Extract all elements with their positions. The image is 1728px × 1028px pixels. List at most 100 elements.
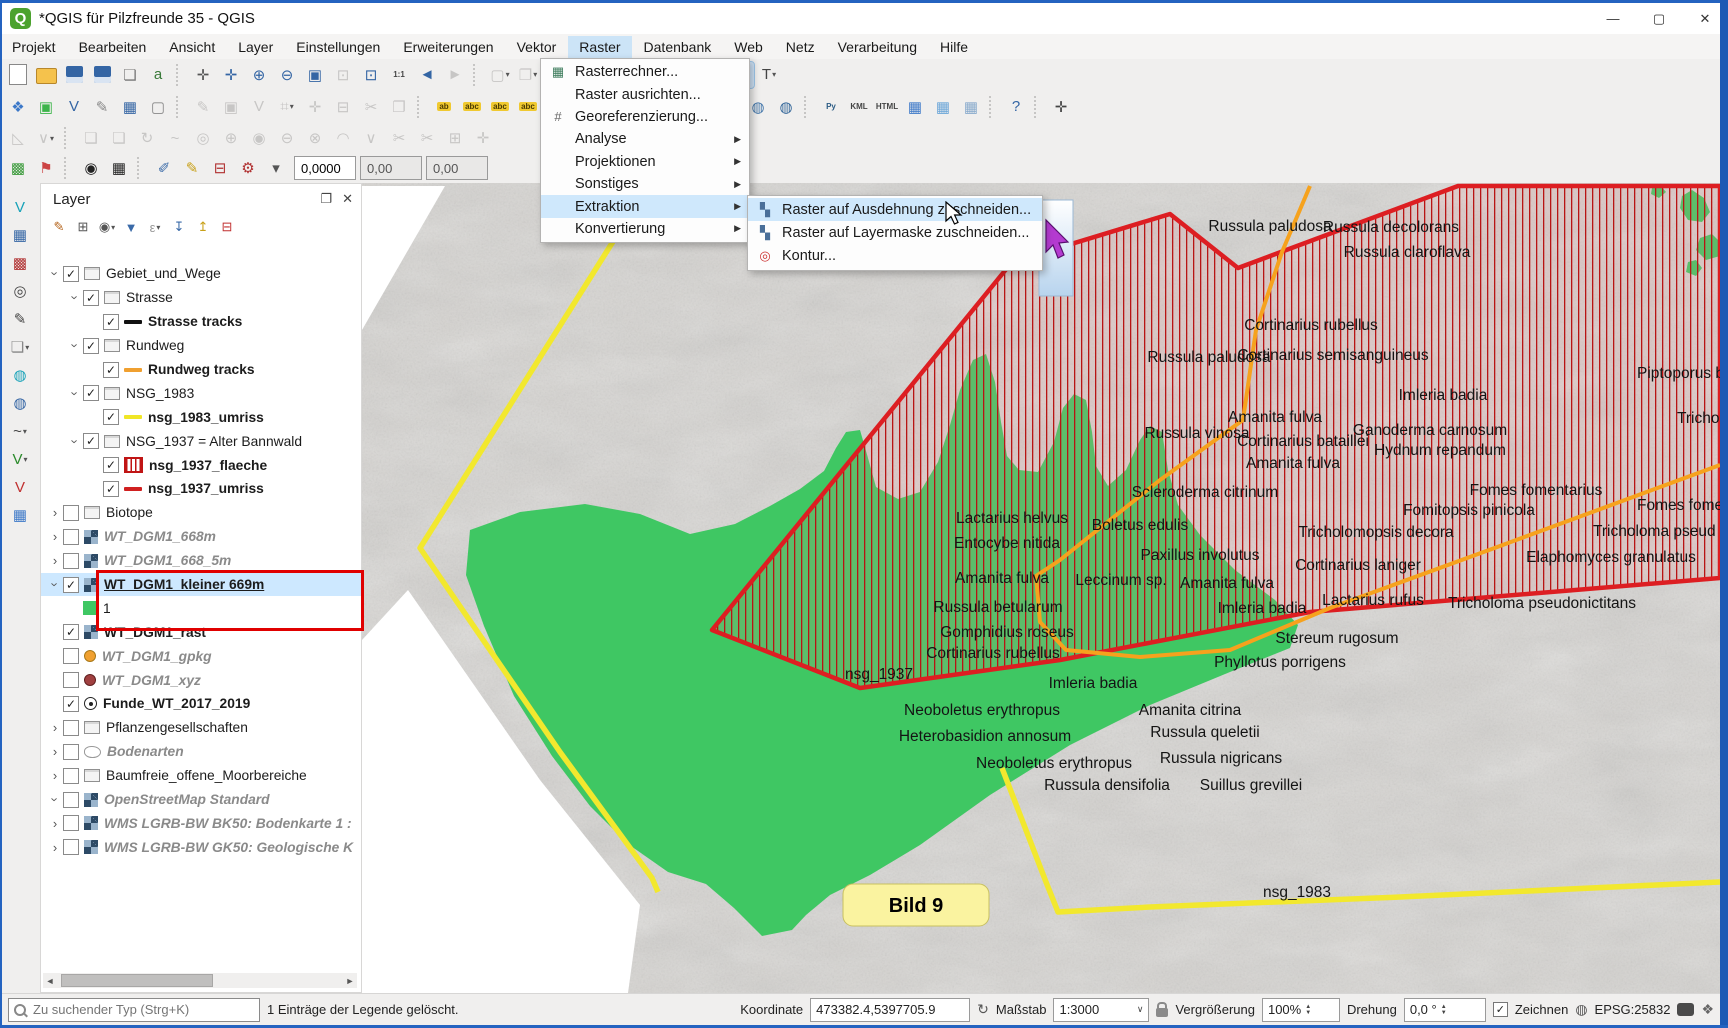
menu-item-rasterrechner[interactable]: ▦Rasterrechner... xyxy=(541,61,749,83)
new-geopackage-layer-icon[interactable]: ▣ xyxy=(33,94,59,120)
menu-item-kontur[interactable]: ◎Kontur... xyxy=(748,245,1042,268)
manage-map-themes-icon[interactable]: ◉▾ xyxy=(96,216,118,238)
erase-values-icon[interactable]: ⊟ xyxy=(207,155,233,181)
menu-item-analyse[interactable]: Analyse▶ xyxy=(541,128,749,150)
layer-row-biotope[interactable]: ›Biotope xyxy=(41,501,361,525)
tile-grid-icon[interactable]: ▦ xyxy=(930,94,956,120)
zoom-in-icon[interactable]: ⊕ xyxy=(246,62,272,88)
layer-visibility-checkbox[interactable] xyxy=(63,839,79,855)
layer-row-nsg-1937-umriss[interactable]: ✓nsg_1937_umriss xyxy=(41,477,361,501)
pan-to-selection-icon[interactable]: ✛ xyxy=(218,62,244,88)
offset-curve-icon[interactable]: ◠ xyxy=(330,125,356,151)
menu-item-raster-auf-layermaske-zuschneiden[interactable]: ▚Raster auf Layermaske zuschneiden... xyxy=(748,221,1042,244)
delete-selected-icon[interactable]: ⊟ xyxy=(330,94,356,120)
messages-icon[interactable] xyxy=(1677,1003,1694,1016)
attribute-table-grid-icon[interactable]: ▦ xyxy=(7,502,33,528)
profile-tool-icon[interactable]: ~▾ xyxy=(7,418,33,444)
zoom-full-extent-icon[interactable]: ▣ xyxy=(302,62,328,88)
fill-ring-icon[interactable]: ◉ xyxy=(246,125,272,151)
layer-row-bodenarten[interactable]: ›Bodenarten xyxy=(41,740,361,764)
scroll-thumb[interactable] xyxy=(61,974,213,987)
layer-visibility-checkbox[interactable]: ✓ xyxy=(103,481,119,497)
attribute-grid-icon[interactable]: ▦ xyxy=(958,94,984,120)
filter-expression-icon[interactable]: ε▾ xyxy=(144,216,166,238)
help-contents-icon[interactable]: ? xyxy=(1003,94,1029,120)
layer-row-openstreetmap-standard[interactable]: ›OpenStreetMap Standard xyxy=(41,788,361,812)
layer-visibility-checkbox[interactable] xyxy=(63,792,79,808)
layer-row-rundweg[interactable]: ›✓Rundweg xyxy=(41,334,361,358)
panel-close-icon[interactable]: ✕ xyxy=(342,191,353,207)
simplify-feature-icon[interactable]: ~ xyxy=(162,125,188,151)
coordinate-input[interactable]: 473382.4,5397705.9 xyxy=(810,998,970,1022)
expand-icon[interactable]: › xyxy=(47,720,63,735)
move-feature-icon[interactable]: ✛ xyxy=(302,94,328,120)
layer-visibility-checkbox[interactable] xyxy=(63,553,79,569)
scale-combo[interactable]: 1:3000 ∨ xyxy=(1053,998,1149,1022)
menu-item-georeferenzierung[interactable]: #Georeferenzierung... xyxy=(541,106,749,128)
new-temp-scratch-layer-icon[interactable]: ✎ xyxy=(89,94,115,120)
open-project-icon[interactable] xyxy=(33,62,59,88)
toggle-editing-icon[interactable]: ✎ xyxy=(190,94,216,120)
copy-features-icon[interactable]: ❐▾ xyxy=(515,62,541,88)
coordinate-capture-icon[interactable]: ◎ xyxy=(7,278,33,304)
layer-visibility-checkbox[interactable]: ✓ xyxy=(83,385,99,401)
layer-row-baumfreie-offene-moorbereiche[interactable]: ›Baumfreie_offene_Moorbereiche xyxy=(41,764,361,788)
add-part-icon[interactable]: ⊕ xyxy=(218,125,244,151)
collapse-icon[interactable]: › xyxy=(48,792,63,808)
move-label-icon[interactable]: abc xyxy=(487,94,513,120)
select-raster-icon[interactable]: ▦ xyxy=(106,155,132,181)
layer-row-nsg-1983[interactable]: ›✓NSG_1983 xyxy=(41,381,361,405)
menu-ansicht[interactable]: Ansicht xyxy=(158,36,226,58)
filter-legend-icon[interactable]: ▼ xyxy=(120,216,142,238)
menu-einstellungen[interactable]: Einstellungen xyxy=(285,36,391,58)
menu-item-extraktion[interactable]: Extraktion▶ xyxy=(541,195,749,217)
gps-tools-icon[interactable]: ◉ xyxy=(78,155,104,181)
layer-visibility-checkbox[interactable] xyxy=(63,648,79,664)
new-shapefile-layer-icon[interactable]: V xyxy=(61,94,87,120)
layer-visibility-checkbox[interactable] xyxy=(63,720,79,736)
select-features-icon[interactable]: ▢▾ xyxy=(487,62,513,88)
expand-icon[interactable]: › xyxy=(47,505,63,520)
add-group-icon[interactable]: ⊞ xyxy=(72,216,94,238)
save-project-icon[interactable] xyxy=(61,62,87,88)
open-layer-styling-icon[interactable]: ✎ xyxy=(48,216,70,238)
layer-visibility-checkbox[interactable] xyxy=(63,505,79,521)
add-ring-icon[interactable]: ◎ xyxy=(190,125,216,151)
layer-visibility-checkbox[interactable]: ✓ xyxy=(63,577,79,593)
zoom-to-layer-icon[interactable]: ⊡ xyxy=(358,62,384,88)
vector-tools-icon[interactable]: V▾ xyxy=(7,446,33,472)
expand-icon[interactable]: › xyxy=(47,816,63,831)
layer-visibility-checkbox[interactable]: ✓ xyxy=(103,314,119,330)
layer-visibility-checkbox[interactable]: ✓ xyxy=(83,338,99,354)
layer-visibility-checkbox[interactable]: ✓ xyxy=(63,266,79,282)
sketch-pen-icon[interactable]: ✎ xyxy=(7,306,33,332)
search-input[interactable] xyxy=(31,1001,254,1018)
zoom-next-icon[interactable]: ► xyxy=(442,62,468,88)
collapse-icon[interactable]: › xyxy=(48,266,63,282)
layer-row-nsg-1983-umriss[interactable]: ✓nsg_1983_umriss xyxy=(41,405,361,429)
layer-visibility-checkbox[interactable] xyxy=(63,672,79,688)
map-canvas[interactable]: Russula paludosaRussula decoloransRussul… xyxy=(362,183,1720,993)
layer-visibility-checkbox[interactable] xyxy=(63,529,79,545)
remove-layer-icon[interactable]: ⊟ xyxy=(216,216,238,238)
rotation-spinbox[interactable]: 0,0 ° ▲▼ xyxy=(1404,998,1486,1022)
layer-row-nsg-1937-flaeche[interactable]: ✓nsg_1937_flaeche xyxy=(41,453,361,477)
menu-item-konvertierung[interactable]: Konvertierung▶ xyxy=(541,218,749,240)
menu-vektor[interactable]: Vektor xyxy=(506,36,568,58)
digitize-icon[interactable]: V xyxy=(246,94,272,120)
layer-row-wt-dgm1-668m[interactable]: ›WT_DGM1_668m xyxy=(41,525,361,549)
layer-visibility-checkbox[interactable]: ✓ xyxy=(63,696,79,712)
cad-tools-icon[interactable]: ◺ xyxy=(5,125,31,151)
raster-settings-icon[interactable]: ⚙ xyxy=(235,155,261,181)
map-flag-icon[interactable]: ⚑ xyxy=(33,155,59,181)
vertex-tool-icon[interactable]: ✛ xyxy=(470,125,496,151)
layer-panel-scrollbar[interactable]: ◄ ► xyxy=(43,973,357,988)
layer-row-wms-lgrb-bw-bk50-bodenkarte-1-[interactable]: ›WMS LGRB-BW BK50: Bodenkarte 1 : xyxy=(41,811,361,835)
wcs-service-icon[interactable]: ◍ xyxy=(773,94,799,120)
delete-part-icon[interactable]: ⊗ xyxy=(302,125,328,151)
layer-visibility-checkbox[interactable]: ✓ xyxy=(83,290,99,306)
layer-row-funde-wt-2017-2019[interactable]: ✓Funde_WT_2017_2019 xyxy=(41,692,361,716)
crs-status[interactable]: EPSG:25832 xyxy=(1595,1002,1671,1017)
edit-value-field-3[interactable]: 0,00 xyxy=(426,156,488,180)
collapse-icon[interactable]: › xyxy=(68,338,83,354)
